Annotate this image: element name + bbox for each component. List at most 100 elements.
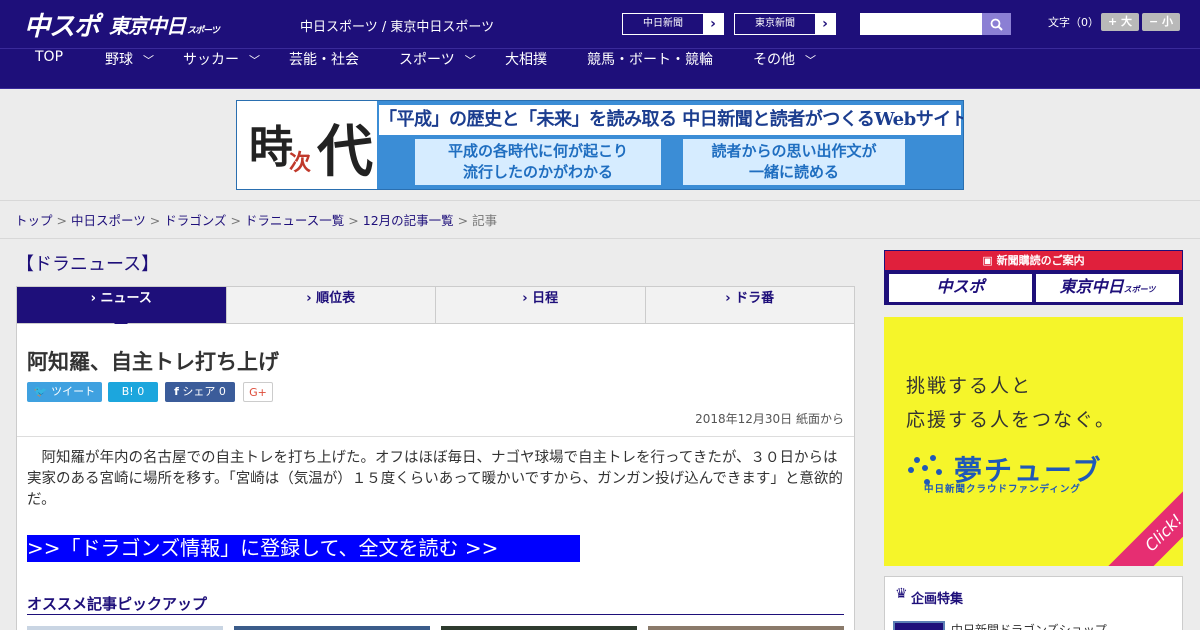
article: 阿知羅、自主トレ打ち上げ 🐦 ツイート B! 0 f シェア 0 G+ 2018… [16, 324, 855, 630]
subscribe-tokyo-chunichi-button[interactable]: 東京中日スポーツ [1036, 274, 1179, 302]
breadcrumb-separator: > [56, 213, 67, 228]
banner-box-memories: 読者からの思い出作文が 一緒に読める [683, 139, 905, 185]
click-ribbon[interactable]: Click! [1096, 465, 1183, 566]
subscription-header: ▣ 新聞購読のご案内 [885, 251, 1182, 270]
nav-label: 野球 [105, 52, 133, 68]
nav-label: 芸能・社会 [289, 52, 359, 68]
pickup-thumbnail[interactable] [234, 626, 430, 630]
facebook-share-label: シェア 0 [182, 385, 226, 398]
breadcrumb-current: 記事 [472, 213, 498, 228]
nav-item-top[interactable]: TOP [35, 49, 63, 90]
ad-dot [914, 457, 920, 463]
nav-label: 大相撲 [505, 52, 547, 68]
tab-standings[interactable]: › 順位表 [227, 287, 436, 323]
nav-item-sports[interactable]: スポーツ ﹀ [399, 49, 476, 90]
ad-line: 応援する人をつなぐ。 [906, 409, 1117, 431]
main-nav: TOP 野球 ﹀ サッカー ﹀ 芸能・社会 スポーツ ﹀ 大相撲 競馬・ボート・競輪 … [0, 48, 1200, 89]
article-title: 阿知羅、自主トレ打ち上げ [27, 350, 279, 374]
chunichi-shimbun-button[interactable]: 中日新聞 › [622, 13, 724, 35]
tweet-label: ツイート [51, 385, 96, 398]
ribbon-icon: ♛ [895, 586, 908, 602]
feature-thumbnail[interactable] [893, 621, 945, 630]
font-bigger-button[interactable]: + 大 [1101, 13, 1139, 31]
breadcrumb: トップ > 中日スポーツ > ドラゴンズ > ドラニュース一覧 > 12月の記事… [15, 210, 497, 229]
subscribe-chuspo-button[interactable]: 中スポ [889, 274, 1032, 302]
tokyo-shimbun-button[interactable]: 東京新聞 › [734, 13, 836, 35]
divider [27, 614, 844, 615]
site-links[interactable]: 中日スポーツ / 東京中日スポーツ [300, 16, 494, 35]
subscription-header-text: 新聞購読のご案内 [996, 254, 1085, 267]
search-input[interactable] [860, 13, 982, 35]
special-features-title: 企画特集 [911, 592, 964, 607]
font-smaller-button[interactable]: − 小 [1142, 13, 1180, 31]
hatena-bookmark-button[interactable]: B! 0 [108, 382, 158, 402]
chevron-down-icon: ﹀ [249, 54, 260, 67]
nav-item-entertainment[interactable]: 芸能・社会 [289, 49, 359, 90]
nav-item-sumo[interactable]: 大相撲 [505, 49, 547, 90]
google-plus-button[interactable]: G+ [243, 382, 273, 402]
yume-tube-subtitle: 中日新聞クラウドファンディング [924, 484, 1081, 495]
facebook-icon: f [174, 385, 179, 398]
pickup-thumbnail[interactable] [648, 626, 844, 630]
newspaper-icon: ▣ [982, 254, 993, 267]
tokyo-shimbun-label: 東京新聞 [735, 14, 815, 34]
nav-label: 競馬・ボート・競輪 [587, 52, 713, 68]
banner-logo-dai: 代 [317, 119, 373, 185]
breadcrumb-separator: > [348, 213, 359, 228]
nav-item-soccer[interactable]: サッカー ﹀ [183, 49, 260, 90]
pickup-thumbnail[interactable] [441, 626, 637, 630]
breadcrumb-link-december[interactable]: 12月の記事一覧 [363, 213, 454, 228]
chevron-down-icon: ﹀ [805, 54, 816, 67]
banner-box-line: 流行したのかがわかる [462, 163, 613, 181]
breadcrumb-link-dora-news[interactable]: ドラニュース一覧 [245, 213, 344, 228]
section-title: 【ドラニュース】 [16, 254, 160, 275]
banner-box-line: 読者からの思い出作文が [711, 142, 877, 160]
banner-logo-ji: 時 [249, 122, 293, 173]
banner-box-line: 平成の各時代に何が起こり [447, 142, 628, 160]
breadcrumb-separator: > [230, 213, 241, 228]
nav-item-other[interactable]: その他 ﹀ [753, 49, 816, 90]
jidai-banner[interactable]: 時 次 代 「平成」の歴史と「未来」を読み取る 中日新聞と読者がつくるWebサイ… [236, 100, 964, 190]
article-body: 阿知羅が年内の名古屋での自主トレを打ち上げた。オフはほぼ毎日、ナゴヤ球場で自主ト… [27, 450, 843, 508]
ad-line: 挑戦する人と [906, 375, 1033, 397]
banner-box-history: 平成の各時代に何が起こり 流行したのかがわかる [415, 139, 661, 185]
breadcrumb-link-chunichi-sports[interactable]: 中日スポーツ [71, 213, 146, 228]
tab-dora-ban[interactable]: › ドラ番 [646, 287, 855, 323]
tweet-button[interactable]: 🐦 ツイート [27, 382, 102, 402]
subscribe-tokyo-small: スポーツ [1123, 285, 1156, 294]
chevron-down-icon: ﹀ [464, 54, 476, 67]
banner-logo-tsugi: 次 [289, 150, 312, 176]
divider [17, 436, 854, 437]
search-icon [990, 18, 1003, 31]
nav-item-racing[interactable]: 競馬・ボート・競輪 [587, 49, 713, 90]
breadcrumb-link-dragons[interactable]: ドラゴンズ [164, 213, 226, 228]
search-button[interactable] [982, 13, 1011, 35]
ad-dot [930, 455, 936, 461]
subscribe-tokyo-label: 東京中日 [1059, 279, 1124, 296]
breadcrumb-link-top[interactable]: トップ [15, 213, 53, 228]
ad-dot [936, 469, 942, 475]
chunichi-shimbun-label: 中日新聞 [623, 14, 703, 34]
nav-label: スポーツ [399, 52, 455, 68]
logo-chuspo[interactable]: 中スポ [24, 6, 100, 43]
banner-area: 時 次 代 「平成」の歴史と「未来」を読み取る 中日新聞と読者がつくるWebサイ… [0, 90, 1200, 201]
breadcrumb-separator: > [149, 213, 161, 228]
chevron-right-icon: › [822, 16, 828, 32]
nav-item-baseball[interactable]: 野球 ﹀ [105, 49, 154, 90]
logo-tokyo-chunichi[interactable]: 東京中日 スポーツ [109, 10, 220, 39]
pickup-thumbnail[interactable] [27, 626, 223, 630]
chevron-right-icon: › [710, 16, 716, 32]
ad-dot [908, 467, 914, 473]
feature-link[interactable]: 中日新聞ドラゴンズショップ [951, 621, 1107, 630]
news-tabs: › ニュース › 順位表 › 日程 › ドラ番 [16, 286, 855, 330]
font-size-label: 文字（0） [1048, 16, 1099, 29]
site-logo[interactable]: 中スポ 東京中日 スポーツ [24, 6, 220, 43]
banner-box-line: 一緒に読める [748, 163, 839, 181]
tab-news[interactable]: › ニュース [17, 287, 227, 330]
facebook-share-button[interactable]: f シェア 0 [165, 382, 235, 402]
subscribe-read-more-link[interactable]: >>「ドラゴンズ情報」に登録して、全文を読む >> [27, 535, 580, 562]
tab-schedule[interactable]: › 日程 [436, 287, 646, 323]
breadcrumb-separator: > [457, 213, 469, 228]
yume-tube-ad[interactable]: 挑戦する人と 応援する人をつなぐ。 夢チューブ 中日新聞クラウドファンディング … [884, 317, 1183, 566]
logo-tokyo-small: スポーツ [187, 24, 220, 35]
